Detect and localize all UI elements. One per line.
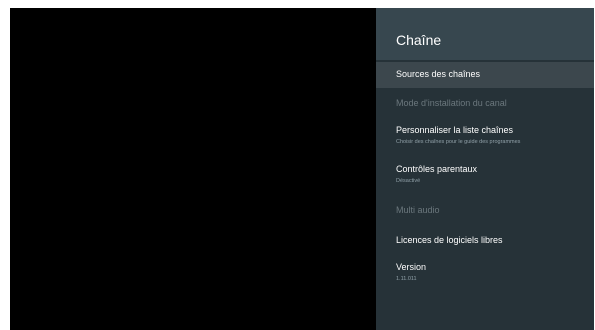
menu-item-label: Version <box>396 262 427 272</box>
menu-item-label: Multi audio <box>396 205 440 215</box>
menu-item-sources-des-chaines[interactable]: Sources des chaînes <box>376 62 594 88</box>
menu-item-label: Licences de logiciels libres <box>396 235 503 245</box>
menu-item-personnaliser-liste[interactable]: Personnaliser la liste chaînes Choisir d… <box>376 118 594 152</box>
menu-item-subtitle: Choisir des chaînes pour le guide des pr… <box>396 139 521 145</box>
tv-screen: Chaîne Sources des chaînes Mode d'instal… <box>10 8 594 330</box>
menu-item-label: Contrôles parentaux <box>396 164 478 174</box>
menu-item-label: Mode d'installation du canal <box>396 98 507 108</box>
menu-item-subtitle: 1.11.011 <box>396 276 417 282</box>
menu-item-multi-audio: Multi audio <box>376 200 594 224</box>
panel-header: Chaîne <box>376 8 594 60</box>
menu-item-subtitle: Désactivé <box>396 178 421 184</box>
menu-item-label: Sources des chaînes <box>396 69 481 79</box>
menu-item-controles-parentaux[interactable]: Contrôles parentaux Désactivé <box>376 158 594 192</box>
menu-item-version[interactable]: Version 1.11.011 <box>376 258 594 292</box>
menu-item-mode-installation: Mode d'installation du canal <box>376 90 594 116</box>
menu-item-licences[interactable]: Licences de logiciels libres <box>376 230 594 254</box>
settings-panel: Chaîne Sources des chaînes Mode d'instal… <box>376 8 594 330</box>
panel-title: Chaîne <box>396 32 442 48</box>
menu-item-label: Personnaliser la liste chaînes <box>396 125 514 135</box>
